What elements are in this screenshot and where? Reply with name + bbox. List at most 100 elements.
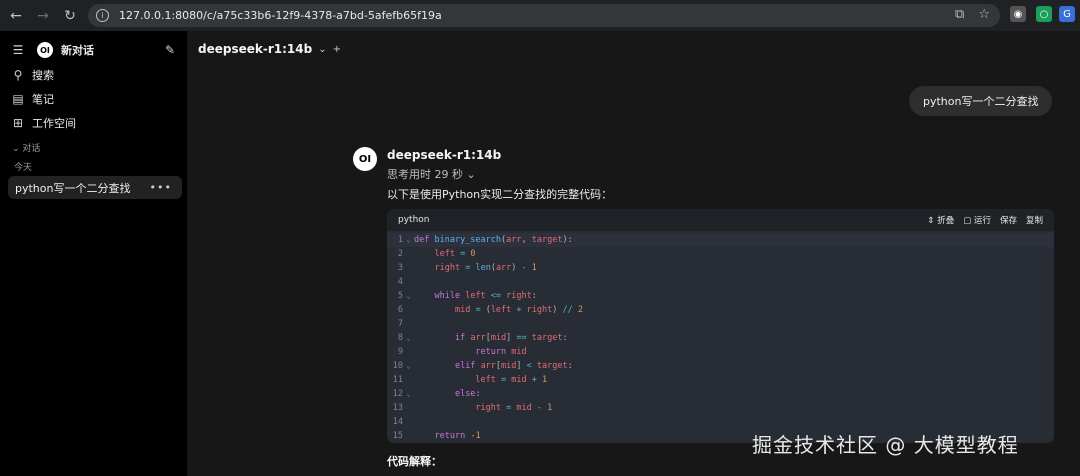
- line-number: 6: [397, 305, 403, 315]
- url-text: 127.0.0.1:8080/c/a75c33b6-12f9-4378-a7bd…: [119, 9, 442, 22]
- code-header: python ⇕ 折叠 ▢ 运行 保存 复制: [387, 209, 1054, 231]
- thinking-toggle[interactable]: 思考用时 29 秒 ⌄: [387, 166, 476, 182]
- sidebar-toggle-icon[interactable]: ☰: [11, 43, 32, 57]
- code-text: left = mid + 1: [475, 375, 548, 385]
- line-number: 4: [397, 277, 403, 287]
- line-number: 3: [397, 263, 403, 273]
- code-text: left = 0: [434, 249, 476, 259]
- section-label: 对话: [22, 144, 41, 154]
- workspace-icon: ⊞: [12, 116, 24, 130]
- sidebar-item-label: 笔记: [32, 93, 54, 106]
- install-icon[interactable]: ⧉: [955, 7, 964, 22]
- code-block: python ⇕ 折叠 ▢ 运行 保存 复制 1 ⌄ def binary_sear…: [387, 209, 1054, 443]
- code-line: 14: [387, 415, 1054, 429]
- code-line: 12 ⌄ else:: [387, 387, 1054, 401]
- collapse-button[interactable]: ⇕ 折叠: [927, 214, 954, 226]
- fold-icon[interactable]: ⌄: [403, 362, 414, 370]
- more-options-icon[interactable]: •••: [150, 181, 172, 194]
- code-editor[interactable]: 1 ⌄ def binary_search(arr, target): 2 left …: [387, 231, 1054, 443]
- sidebar-item-workspace[interactable]: ⊞ 工作空间: [11, 115, 76, 131]
- code-line: 8 ⌄ if arr[mid] == target:: [387, 331, 1054, 345]
- sidebar-item-search[interactable]: ⚲ 搜索: [11, 67, 54, 83]
- code-text: else:: [454, 389, 481, 399]
- thinking-label: 思考用时 29 秒: [387, 168, 463, 181]
- copy-button[interactable]: 复制: [1026, 214, 1043, 226]
- code-line: 7: [387, 317, 1054, 331]
- code-text: return -1: [434, 431, 481, 441]
- browser-toolbar: ← → ↻ i 127.0.0.1:8080/c/a75c33b6-12f9-4…: [0, 0, 1080, 31]
- code-language: python: [398, 215, 430, 225]
- run-button[interactable]: ▢ 运行: [963, 214, 991, 226]
- code-line: 6 mid = (left + right) // 2: [387, 303, 1054, 317]
- explain-heading: 代码解释：: [387, 455, 442, 468]
- code-text: def binary_search(arr, target):: [414, 235, 573, 245]
- code-text: right = len(arr) - 1: [434, 263, 537, 273]
- search-icon: ⚲: [13, 68, 23, 82]
- line-number: 12: [392, 389, 403, 399]
- edit-icon[interactable]: ✎: [163, 43, 184, 57]
- code-line: 3 right = len(arr) - 1: [387, 261, 1054, 275]
- line-number: 5: [397, 291, 403, 301]
- model-name: deepseek-r1:14b: [198, 42, 313, 56]
- code-text: mid = (left + right) // 2: [454, 305, 584, 315]
- new-chat-label: 新对话: [61, 44, 94, 57]
- line-number: 1: [397, 235, 403, 245]
- assistant-name: deepseek-r1:14b: [387, 148, 502, 162]
- notes-icon: ▤: [12, 92, 24, 106]
- conversation-item[interactable]: python写一个二分查找 •••: [8, 176, 182, 199]
- sidebar: ☰ OI 新对话 ✎ ⚲ 搜索 ▤ 笔记 ⊞ 工作空间 ⌄ 对话 今天 pyth…: [0, 31, 187, 476]
- code-line: 10 ⌄ elif arr[mid] < target:: [387, 359, 1054, 373]
- sidebar-item-label: 搜索: [32, 69, 54, 82]
- code-text: right = mid - 1: [475, 403, 553, 413]
- line-number: 2: [397, 249, 403, 259]
- fold-icon[interactable]: ⌄: [403, 236, 414, 244]
- code-text: while left <= right:: [434, 291, 537, 301]
- chat-area: deepseek-r1:14b ⌄ + python写一个二分查找 OI dee…: [187, 31, 1080, 476]
- address-bar[interactable]: i 127.0.0.1:8080/c/a75c33b6-12f9-4378-a7…: [88, 4, 1000, 27]
- forward-icon[interactable]: →: [32, 5, 54, 27]
- model-selector[interactable]: deepseek-r1:14b ⌄ +: [198, 42, 341, 56]
- chevron-down-icon: ⌄: [466, 168, 476, 181]
- back-icon[interactable]: ←: [5, 5, 27, 27]
- fold-icon[interactable]: ⌄: [403, 390, 414, 398]
- code-line: 1 ⌄ def binary_search(arr, target):: [387, 233, 1054, 247]
- sidebar-item-label: 工作空间: [32, 117, 76, 130]
- save-button[interactable]: 保存: [1000, 214, 1017, 226]
- conversation-title: python写一个二分查找: [15, 181, 131, 195]
- line-number: 9: [397, 347, 403, 357]
- add-model-icon[interactable]: +: [333, 44, 341, 55]
- reload-icon[interactable]: ↻: [59, 5, 81, 27]
- code-line: 13 right = mid - 1: [387, 401, 1054, 415]
- extension-icon[interactable]: ◉: [1010, 6, 1026, 22]
- line-number: 13: [392, 403, 403, 413]
- code-line: 5 ⌄ while left <= right:: [387, 289, 1054, 303]
- code-text: elif arr[mid] < target:: [454, 361, 573, 371]
- line-number: 14: [392, 417, 403, 427]
- group-today-label: 今天: [14, 163, 33, 173]
- watermark: 掘金技术社区 @ 大模型教程: [752, 433, 1019, 457]
- site-info-icon[interactable]: i: [96, 9, 109, 22]
- chevron-down-icon: ⌄: [318, 43, 327, 55]
- code-line: 11 left = mid + 1: [387, 373, 1054, 387]
- code-line: 9 return mid: [387, 345, 1054, 359]
- line-number: 10: [392, 361, 403, 371]
- new-chat-button[interactable]: OI 新对话: [37, 42, 94, 58]
- bookmark-star-icon[interactable]: ☆: [978, 7, 990, 22]
- extension-icon[interactable]: ○: [1036, 6, 1052, 22]
- response-intro: 以下是使用Python实现二分查找的完整代码：: [387, 188, 613, 201]
- code-line: 2 left = 0: [387, 247, 1054, 261]
- section-chats-toggle[interactable]: ⌄ 对话: [12, 141, 40, 154]
- line-number: 11: [392, 375, 403, 385]
- line-number: 8: [397, 333, 403, 343]
- user-message: python写一个二分查找: [909, 86, 1053, 116]
- translate-icon[interactable]: G: [1059, 6, 1075, 22]
- fold-icon[interactable]: ⌄: [403, 292, 414, 300]
- logo-icon: OI: [37, 42, 53, 58]
- code-text: return mid: [475, 347, 527, 357]
- fold-icon[interactable]: ⌄: [403, 334, 414, 342]
- code-text: if arr[mid] == target:: [454, 333, 568, 343]
- code-line: 4: [387, 275, 1054, 289]
- assistant-avatar: OI: [353, 147, 377, 171]
- line-number: 7: [397, 319, 403, 329]
- sidebar-item-notes[interactable]: ▤ 笔记: [11, 91, 54, 107]
